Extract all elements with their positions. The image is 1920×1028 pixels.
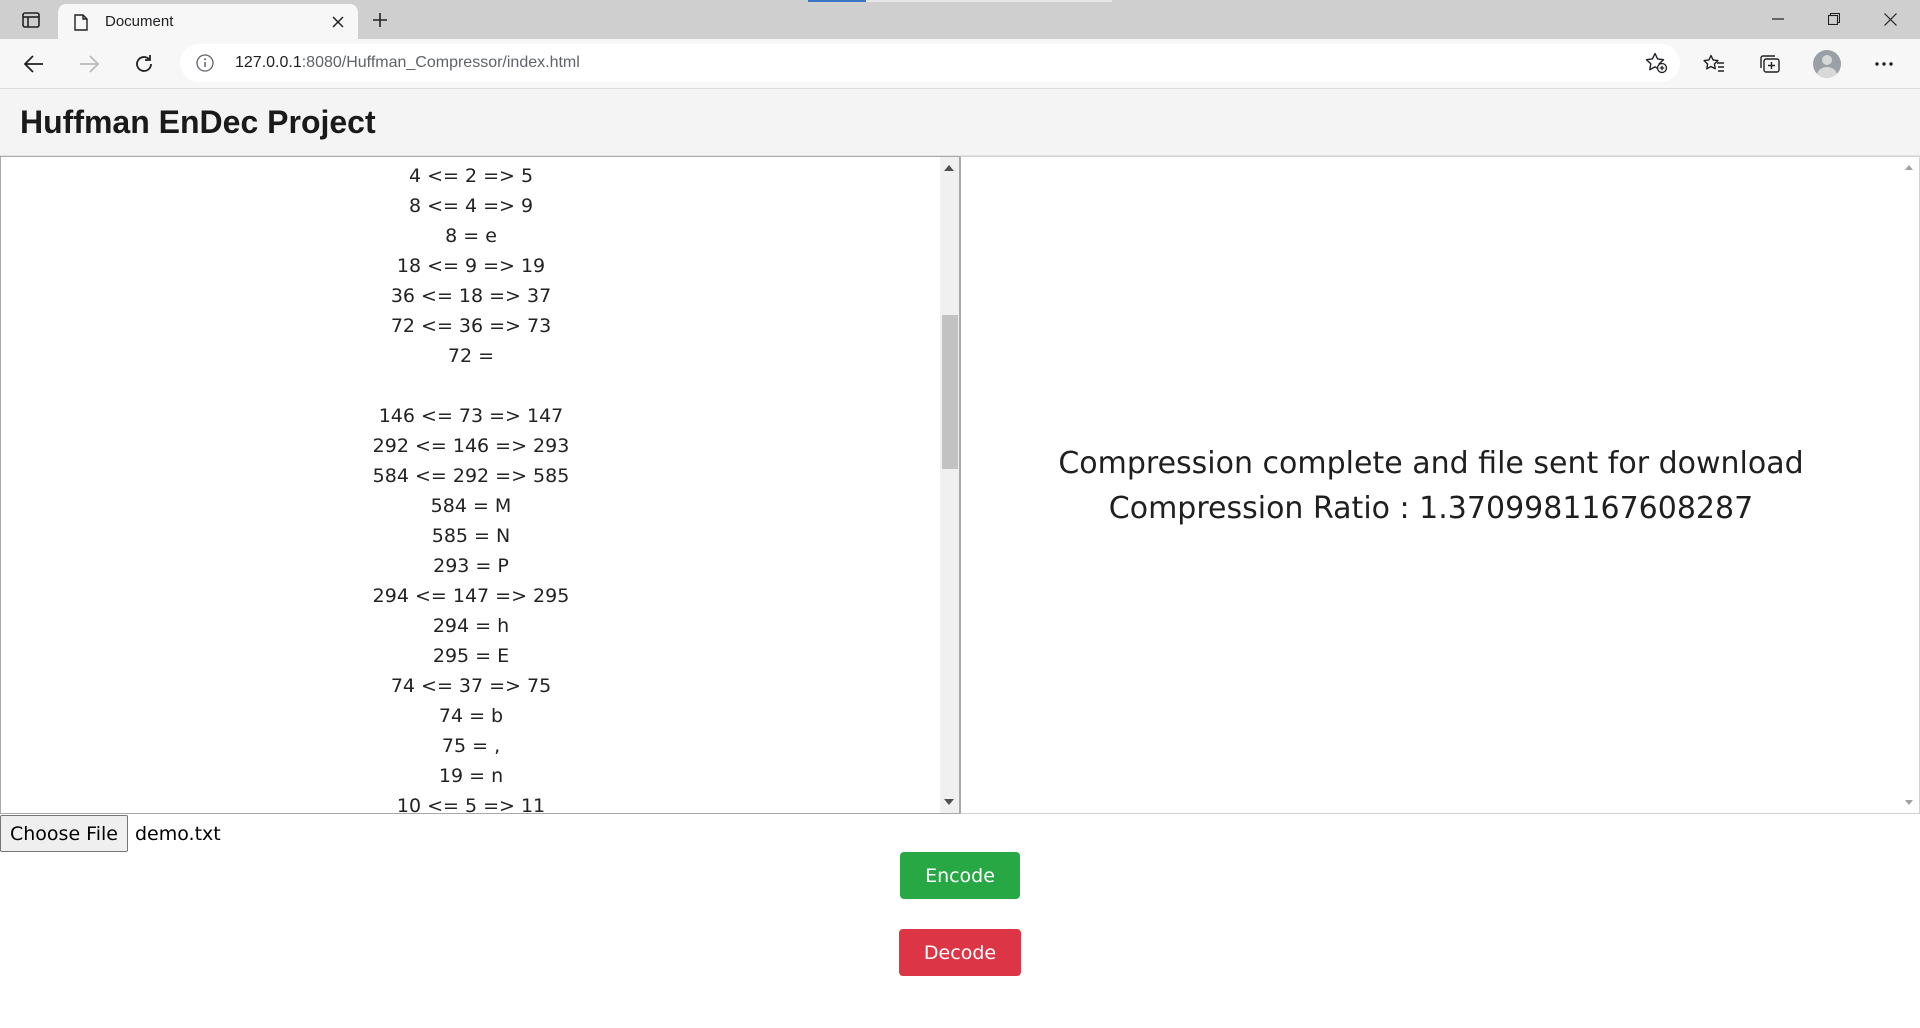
tree-output-line: 585 = N xyxy=(431,525,511,547)
status-message: Compression complete and file sent for d… xyxy=(961,441,1901,531)
decode-button[interactable]: Decode xyxy=(899,929,1021,976)
tree-output-line: 19 = n xyxy=(438,765,504,787)
tab-actions-icon[interactable] xyxy=(14,6,48,34)
close-window-icon[interactable] xyxy=(1862,0,1918,38)
tree-output-line: 584 = M xyxy=(430,495,512,517)
profile-avatar[interactable] xyxy=(1810,47,1844,81)
status-panel: Compression complete and file sent for d… xyxy=(960,156,1920,814)
tree-output-line: 74 = b xyxy=(438,705,504,727)
tree-output-line: 18 <= 9 => 19 xyxy=(396,255,546,277)
browser-tab-document[interactable]: Document xyxy=(58,4,358,39)
url-host: 127.0.0.1 xyxy=(235,54,302,71)
tree-output-panel[interactable]: 4 <= 2 => 5 8 <= 4 => 9 8 = e 18 <= 9 => 19… xyxy=(0,156,960,814)
new-tab-icon[interactable] xyxy=(366,7,394,33)
file-input: Choose File demo.txt xyxy=(0,815,221,852)
tree-output-line: 584 <= 292 => 585 xyxy=(372,465,570,487)
choose-file-button[interactable]: Choose File xyxy=(0,815,128,852)
close-tab-icon[interactable] xyxy=(326,10,350,34)
selected-file-name: demo.txt xyxy=(134,822,221,845)
tree-output-line: 75 = , xyxy=(441,735,501,757)
status-line-ratio: Compression Ratio : 1.3709981167608287 xyxy=(1108,491,1754,526)
page-header: Huffman EnDec Project xyxy=(0,89,1920,156)
tree-output-line: 4 <= 2 => 5 xyxy=(408,165,534,187)
tree-output-line: 146 <= 73 => 147 xyxy=(378,405,564,427)
browser-toolbar: 127.0.0.1:8080/Huffman_Compressor/index.… xyxy=(0,39,1920,89)
back-arrow-icon[interactable] xyxy=(17,47,51,81)
favorites-icon[interactable] xyxy=(1697,47,1731,81)
browser-tab-bar: Document xyxy=(0,0,1920,39)
tree-output-line xyxy=(1,371,941,401)
tree-output-line: 72 <= 36 => 73 xyxy=(390,315,552,337)
scroll-down-arrow-icon[interactable] xyxy=(1905,800,1913,805)
tab-strip-indicator-track xyxy=(866,0,1112,2)
tree-output-line: 294 = h xyxy=(432,615,510,637)
url-text[interactable]: 127.0.0.1:8080/Huffman_Compressor/index.… xyxy=(235,54,580,72)
status-panel-scrollbar[interactable] xyxy=(1900,157,1919,813)
encode-button[interactable]: Encode xyxy=(900,852,1020,899)
tree-output-list: 4 <= 2 => 5 8 <= 4 => 9 8 = e 18 <= 9 => 19… xyxy=(1,157,941,813)
tree-output-line: 10 <= 5 => 11 xyxy=(396,795,546,813)
tree-output-content: 4 <= 2 => 5 8 <= 4 => 9 8 = e 18 <= 9 => 19… xyxy=(1,157,941,813)
minimize-icon[interactable] xyxy=(1750,0,1806,38)
address-bar[interactable]: 127.0.0.1:8080/Huffman_Compressor/index.… xyxy=(180,44,1680,82)
tree-output-line: 36 <= 18 => 37 xyxy=(390,285,552,307)
scroll-down-arrow-icon[interactable] xyxy=(944,799,954,805)
site-info-icon[interactable] xyxy=(196,54,214,77)
tree-output-line: 74 <= 37 => 75 xyxy=(390,675,552,697)
status-line-complete: Compression complete and file sent for d… xyxy=(1058,446,1804,481)
scroll-up-arrow-icon[interactable] xyxy=(1905,165,1913,170)
restore-icon[interactable] xyxy=(1806,0,1862,38)
avatar xyxy=(1813,50,1841,78)
scroll-up-arrow-icon[interactable] xyxy=(944,165,954,171)
scrollbar-thumb[interactable] xyxy=(942,315,958,469)
document-icon xyxy=(74,14,88,36)
tree-output-line: 8 <= 4 => 9 xyxy=(408,195,534,217)
tree-output-line: 72 = xyxy=(447,345,495,367)
url-path: :8080/Huffman_Compressor/index.html xyxy=(301,54,580,71)
add-favorite-icon[interactable] xyxy=(1644,52,1668,79)
more-options-icon[interactable] xyxy=(1867,47,1901,81)
tree-output-line: 8 = e xyxy=(445,225,497,247)
collections-icon[interactable] xyxy=(1753,47,1787,81)
page-title: Huffman EnDec Project xyxy=(20,104,376,140)
refresh-icon[interactable] xyxy=(127,47,161,81)
tab-strip-indicator xyxy=(808,0,866,2)
forward-arrow-icon[interactable] xyxy=(72,47,106,81)
tree-output-line: 294 <= 147 => 295 xyxy=(372,585,570,607)
tree-output-line: 292 <= 146 => 293 xyxy=(372,435,570,457)
tree-output-scrollbar[interactable] xyxy=(940,157,959,813)
tree-output-line: 295 = E xyxy=(432,645,510,667)
tree-output-line: 293 = P xyxy=(433,555,509,577)
tab-title: Document xyxy=(105,13,174,30)
